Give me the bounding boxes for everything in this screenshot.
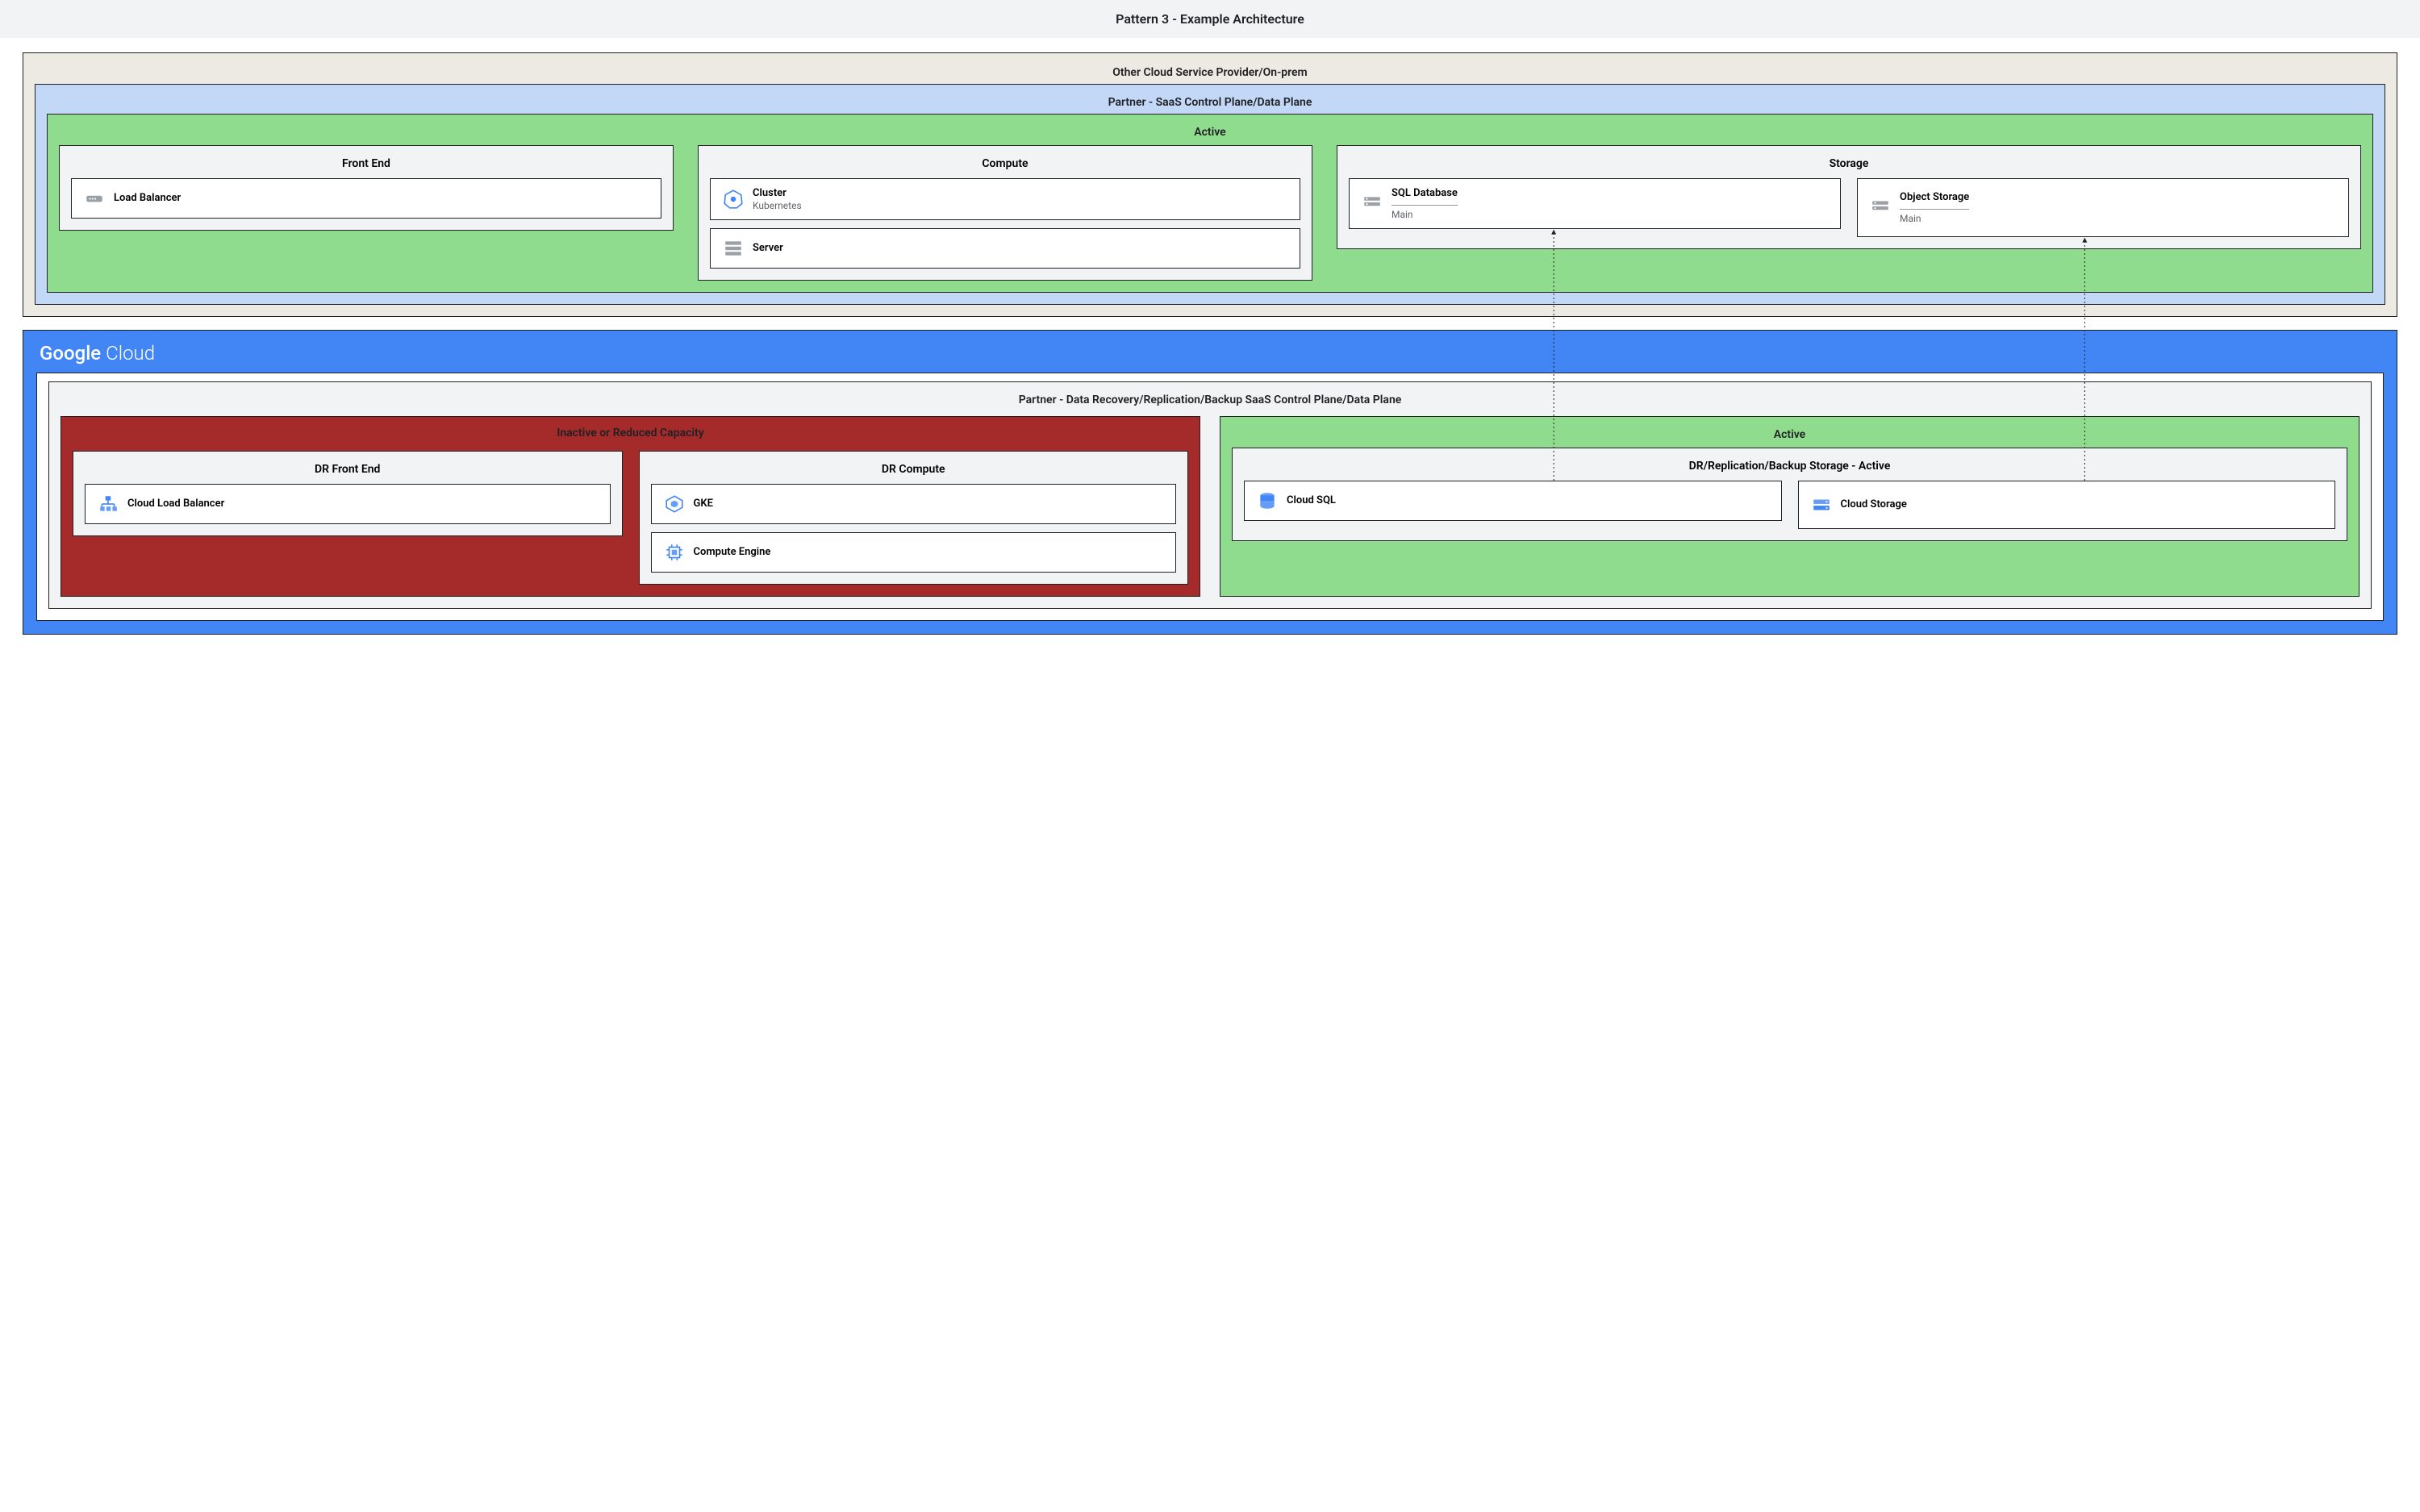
inactive-box: Inactive or Reduced Capacity DR Front En… (60, 416, 1200, 597)
frontend-title: Front End (71, 154, 661, 178)
dr-compute-title: DR Compute (651, 460, 1177, 484)
cloud-lb-icon (97, 493, 119, 515)
compute-engine-label: Compute Engine (694, 546, 771, 559)
compute-engine-icon (663, 541, 686, 564)
active-title-bottom: Active (1232, 422, 2347, 444)
google-cloud-logo: Google Cloud (36, 339, 2384, 373)
load-balancer-label: Load Balancer (114, 192, 181, 205)
google-cloud-box: Google Cloud Partner - Data Recovery/Rep… (23, 330, 2397, 635)
storage-title: Storage (1349, 154, 2349, 178)
cloud-lb-item: Cloud Load Balancer (85, 484, 611, 524)
active-box-top: Active Front End Load Balancer (47, 114, 2373, 293)
compute-panel: Compute ClusterKubernetes (698, 145, 1312, 281)
cloud-sql-item: Cloud SQL (1244, 481, 1782, 521)
other-cloud-title: Other Cloud Service Provider/On-prem (35, 60, 2385, 82)
object-storage-sub: Main (1900, 209, 1969, 224)
kubernetes-icon (722, 188, 745, 210)
server-label: Server (753, 242, 783, 255)
active-title-top: Active (59, 119, 2361, 142)
object-storage-item: Object Storage Main (1857, 178, 2349, 237)
cloud-storage-item: Cloud Storage (1798, 481, 2336, 529)
partner-dr-box: Partner - Data Recovery/Replication/Back… (48, 381, 2372, 609)
gke-icon (663, 493, 686, 515)
gke-item: GKE (651, 484, 1177, 524)
sql-db-sub: Main (1392, 205, 1458, 220)
server-icon (722, 237, 745, 260)
server-item: Server (710, 228, 1300, 269)
cloud-sql-label: Cloud SQL (1287, 494, 1336, 507)
cloud-storage-icon (1810, 494, 1833, 516)
object-storage-icon (1869, 196, 1892, 219)
database-icon (1361, 192, 1383, 215)
diagram-container: Other Cloud Service Provider/On-prem Par… (0, 52, 2420, 657)
gc-inner-box: Partner - Data Recovery/Replication/Back… (36, 373, 2384, 621)
cloud-lb-label: Cloud Load Balancer (127, 498, 224, 510)
partner-dr-title: Partner - Data Recovery/Replication/Back… (60, 387, 2360, 410)
gke-label: GKE (694, 498, 713, 510)
kubernetes-item: ClusterKubernetes (710, 178, 1300, 220)
active-box-bottom: Active DR/Replication/Backup Storage - A… (1220, 416, 2360, 597)
storage-panel: Storage SQL Database Main (1337, 145, 2361, 249)
inactive-title: Inactive or Reduced Capacity (73, 422, 1188, 448)
kubernetes-label: ClusterKubernetes (753, 187, 802, 211)
load-balancer-icon (83, 187, 106, 210)
dr-frontend-title: DR Front End (85, 460, 611, 484)
partner-saas-box: Partner - SaaS Control Plane/Data Plane … (35, 84, 2385, 305)
sql-db-item: SQL Database Main (1349, 178, 1841, 229)
sql-db-label: SQL Database (1392, 187, 1458, 200)
compute-title: Compute (710, 154, 1300, 178)
cloud-sql-icon (1256, 489, 1279, 512)
other-cloud-box: Other Cloud Service Provider/On-prem Par… (23, 52, 2397, 317)
dr-storage-title: DR/Replication/Backup Storage - Active (1244, 456, 2335, 481)
dr-compute-panel: DR Compute GKE (639, 451, 1189, 585)
frontend-panel: Front End Load Balancer (59, 145, 674, 231)
cloud-storage-label: Cloud Storage (1841, 498, 1907, 511)
object-storage-label: Object Storage (1900, 191, 1969, 204)
partner-saas-title: Partner - SaaS Control Plane/Data Plane (47, 90, 2373, 112)
dr-storage-panel: DR/Replication/Backup Storage - Active C… (1232, 448, 2347, 541)
load-balancer-item: Load Balancer (71, 178, 661, 219)
diagram-title: Pattern 3 - Example Architecture (0, 0, 2420, 38)
compute-engine-item: Compute Engine (651, 532, 1177, 573)
dr-frontend-panel: DR Front End Cloud Load Balancer (73, 451, 623, 536)
